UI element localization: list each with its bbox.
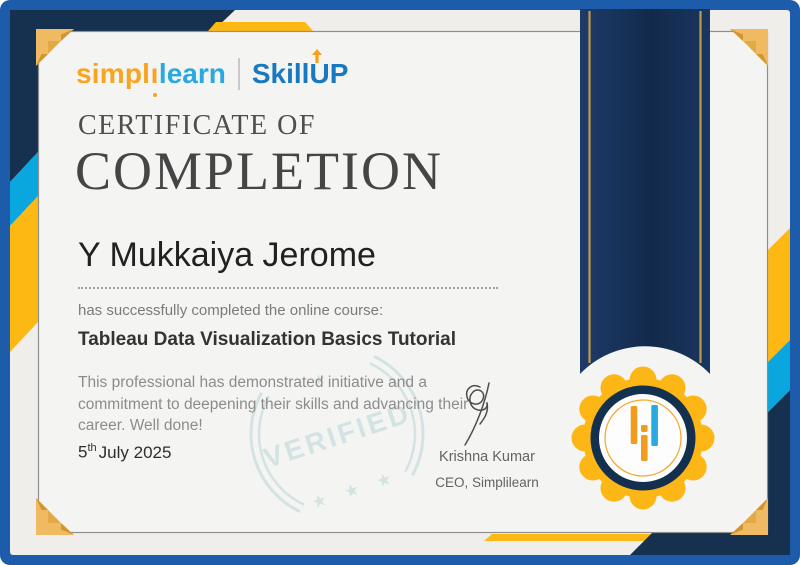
signer-name: Krishna Kumar [439, 449, 535, 465]
date-rest: July 2025 [98, 442, 172, 462]
skillup-arrow-icon [312, 49, 323, 63]
certificate: ★ VERIFIED ★ ★ ★ simpl ı learn Skill U P… [0, 0, 800, 565]
skillup-logo: Skill U P [237, 49, 349, 90]
skillup-p: P [329, 58, 349, 89]
signer-title: CEO, Simplilearn [435, 475, 539, 490]
logo-i: ı [151, 58, 158, 97]
course-title: Tableau Data Visualization Basics Tutori… [78, 329, 456, 350]
skillup-skill: Skill [251, 58, 310, 89]
simplilearn-logo: simpl ı learn Skill U P [76, 49, 349, 97]
completion-date: 5th July 2025 [78, 442, 171, 463]
recipient-name: Y Mukkaiya Jerome [78, 236, 376, 274]
heading-completion: COMPLETION [75, 141, 443, 201]
ribbon [580, 9, 710, 374]
congratulation-message: This professional has demonstrated initi… [78, 374, 469, 434]
logo-simpl: simpl [76, 58, 151, 89]
completion-line: has successfully completed the online co… [78, 302, 384, 319]
logo-i-dot [152, 93, 157, 97]
certificate-canvas: ★ VERIFIED ★ ★ ★ simpl ı learn Skill U P… [0, 0, 800, 565]
heading-certificate-of: CERTIFICATE OF [78, 110, 316, 141]
logo-learn: learn [158, 58, 226, 89]
name-underline [78, 287, 498, 289]
signer-block: Krishna Kumar CEO, Simplilearn [407, 449, 567, 490]
skillup-u: U [309, 49, 330, 90]
date-suffix: th [87, 442, 97, 454]
